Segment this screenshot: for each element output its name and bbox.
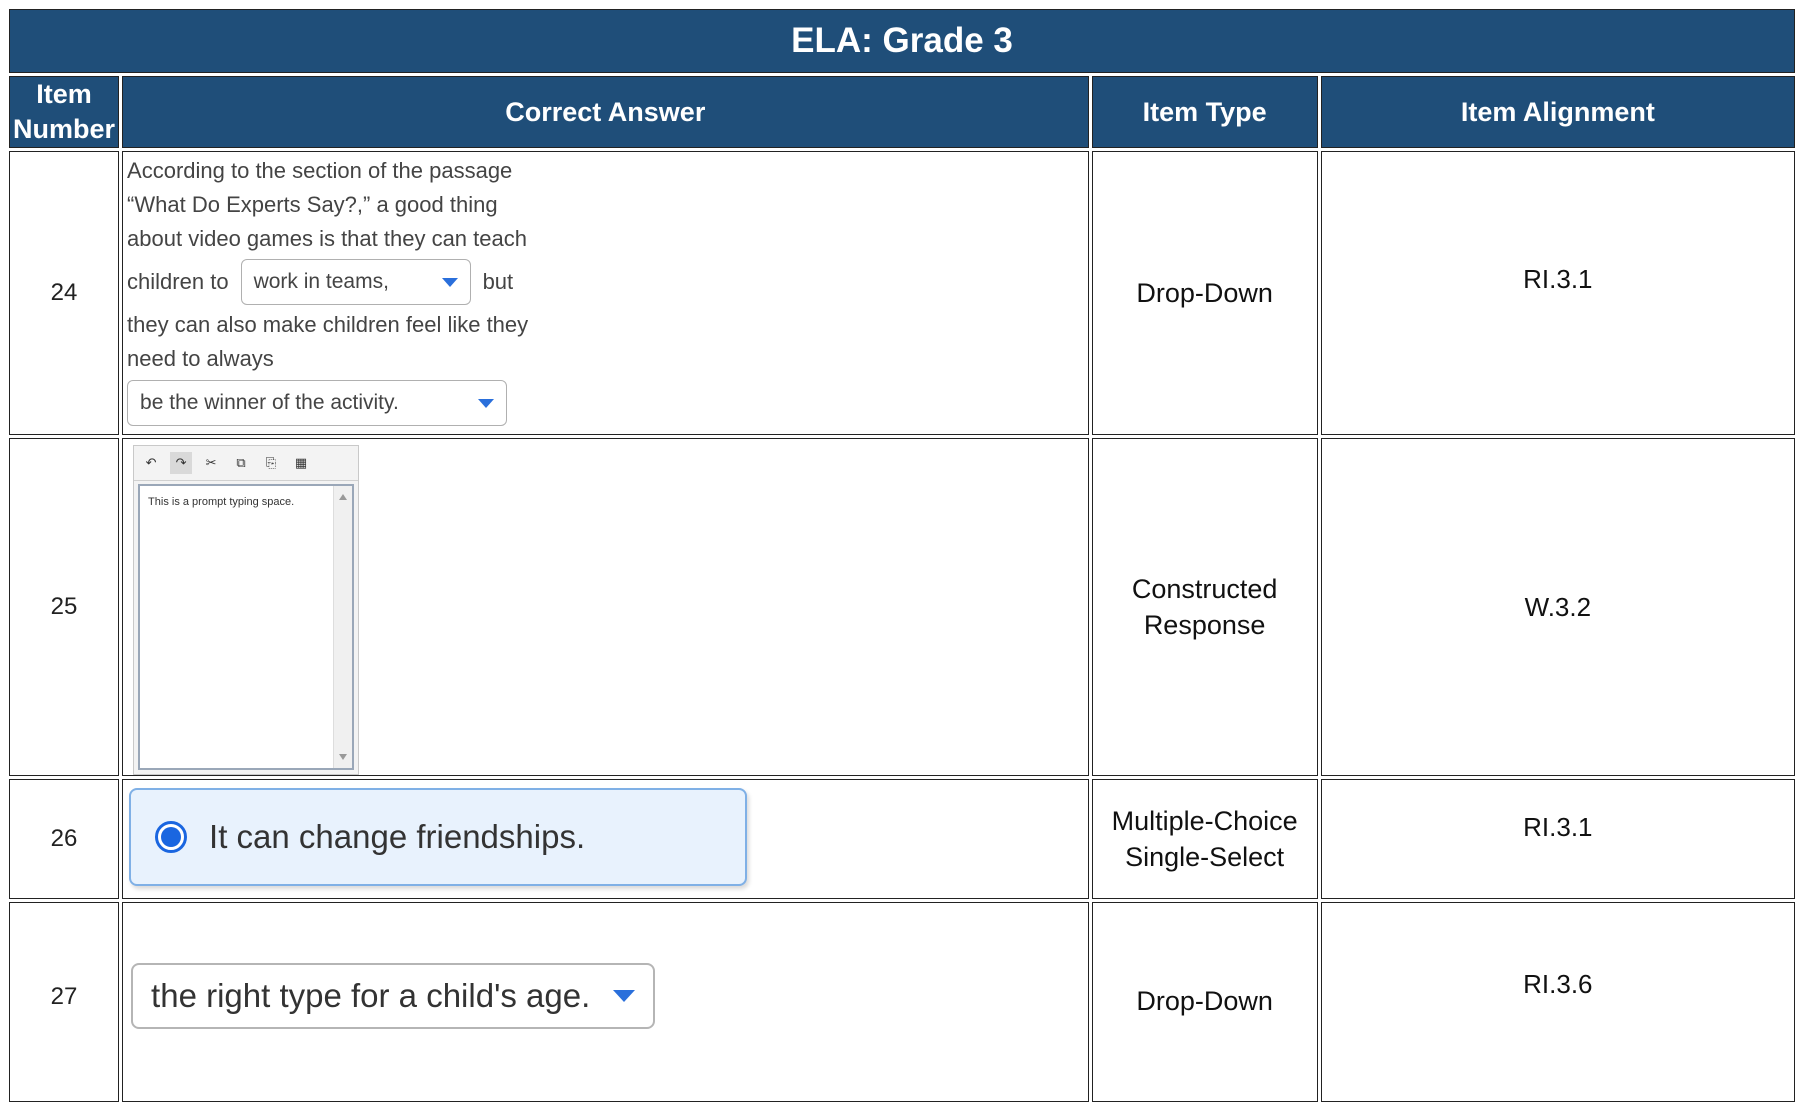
passage-line: they can also make children feel like th… [127, 312, 529, 337]
correct-answer-cell: the right type for a child's age. [122, 902, 1089, 1102]
header-item-alignment: Item Alignment [1320, 76, 1795, 148]
spellcheck-icon[interactable]: ▦ [290, 452, 312, 474]
item-number: 26 [9, 779, 120, 899]
header-correct-answer: Correct Answer [122, 76, 1089, 148]
correct-answer-cell: According to the section of the passage … [122, 151, 1089, 435]
dropdown-value: the right type for a child's age. [151, 977, 591, 1014]
item-type-line: Multiple-Choice [1111, 806, 1298, 836]
choice-label: It can change friendships. [209, 818, 586, 855]
passage-line: children to [127, 269, 229, 294]
item-type-line: Response [1143, 610, 1266, 640]
chevron-down-icon [613, 990, 636, 1002]
item-alignment: RI.3.6 [1320, 902, 1795, 1102]
radio-selected-icon[interactable] [155, 821, 188, 853]
passage-text: According to the section of the passage … [123, 152, 551, 434]
item-type-line: Constructed [1131, 574, 1278, 604]
table-row: 27 the right type for a child's age. Dro… [9, 902, 1795, 1102]
answer-dropdown-1[interactable]: work in teams, [240, 259, 471, 305]
chevron-down-icon [441, 277, 458, 287]
table-row: 24 According to the section of the passa… [9, 151, 1795, 435]
table-row: 25 ↶ ↷ ✂ ⧉ ⎘ ▦ This is a prompt typing s… [9, 438, 1795, 776]
editor-toolbar: ↶ ↷ ✂ ⧉ ⎘ ▦ [134, 446, 359, 481]
undo-icon[interactable]: ↶ [140, 452, 162, 474]
item-alignment: W.3.2 [1320, 438, 1795, 776]
response-text: This is a prompt typing space. [148, 496, 295, 508]
passage-line: need to always [127, 346, 274, 371]
dropdown-value: work in teams, [253, 270, 389, 293]
scroll-up-icon[interactable] [339, 494, 348, 500]
header-item-type: Item Type [1091, 76, 1318, 148]
item-type: Multiple-Choice Single-Select [1091, 779, 1318, 899]
passage-line: about video games is that they can teach [127, 226, 527, 251]
correct-answer-cell: ↶ ↷ ✂ ⧉ ⎘ ▦ This is a prompt typing spac… [122, 438, 1089, 776]
correct-answer-cell: It can change friendships. [122, 779, 1089, 899]
redo-icon[interactable]: ↷ [170, 452, 193, 474]
dropdown-value: be the winner of the activity. [140, 391, 399, 414]
passage-dropdown-row: children to work in teams, but [127, 256, 547, 308]
table-row: 26 It can change friendships. Multiple-C… [9, 779, 1795, 899]
answer-choice[interactable]: It can change friendships. [129, 788, 748, 886]
item-type-line: Single-Select [1125, 842, 1285, 872]
answer-dropdown-2[interactable]: be the winner of the activity. [127, 380, 508, 426]
item-alignment: RI.3.1 [1320, 151, 1795, 435]
response-textarea[interactable]: This is a prompt typing space. [138, 484, 355, 770]
chevron-down-icon [478, 398, 495, 408]
item-type: Drop-Down [1091, 151, 1318, 435]
item-number: 25 [9, 438, 120, 776]
copy-icon[interactable]: ⧉ [230, 452, 252, 474]
item-number: 27 [9, 902, 120, 1102]
scroll-down-icon[interactable] [339, 754, 348, 760]
header-item-number: Item Number [9, 76, 120, 148]
response-editor: ↶ ↷ ✂ ⧉ ⎘ ▦ This is a prompt typing spac… [133, 445, 360, 775]
paste-icon[interactable]: ⎘ [260, 452, 282, 474]
cut-icon[interactable]: ✂ [200, 452, 222, 474]
item-type: Drop-Down [1091, 902, 1318, 1102]
table-title: ELA: Grade 3 [9, 9, 1795, 73]
passage-line: According to the section of the passage [127, 158, 513, 183]
item-number: 24 [9, 151, 120, 435]
passage-line: “What Do Experts Say?,” a good thing [127, 192, 498, 217]
answer-key-table: ELA: Grade 3 Item Number Correct Answer … [6, 6, 1798, 1105]
passage-line: but [482, 269, 514, 294]
scrollbar[interactable] [333, 486, 353, 768]
item-alignment: RI.3.1 [1320, 779, 1795, 899]
item-type: Constructed Response [1091, 438, 1318, 776]
answer-dropdown[interactable]: the right type for a child's age. [131, 963, 656, 1029]
